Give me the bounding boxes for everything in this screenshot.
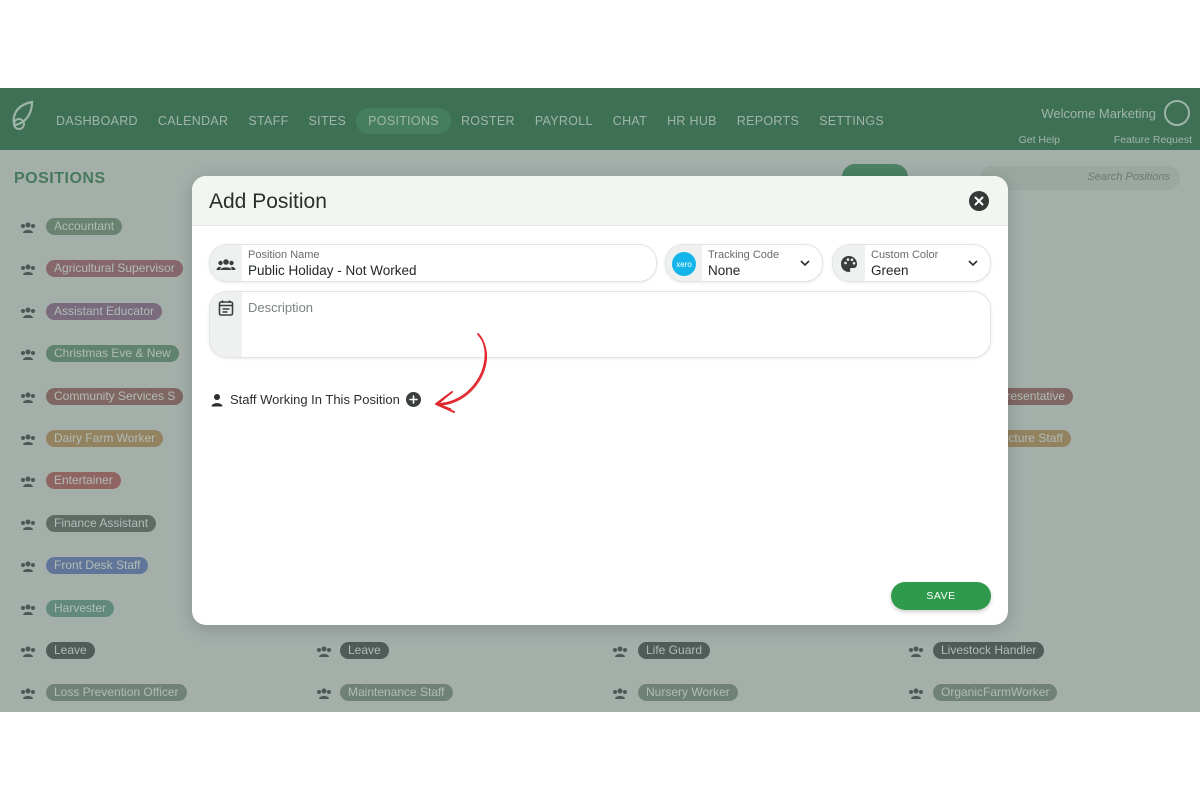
chevron-down-icon — [968, 260, 978, 267]
field-icon-area — [833, 245, 865, 281]
close-icon — [974, 196, 984, 206]
position-name-field[interactable]: Position Name Public Holiday - Not Worke… — [209, 244, 657, 282]
description-field[interactable]: Description — [209, 291, 991, 358]
person-icon — [211, 393, 223, 406]
close-button[interactable] — [969, 191, 989, 211]
add-staff-button[interactable] — [405, 392, 421, 407]
tracking-code-value: None — [708, 263, 741, 278]
app-background: DASHBOARD CALENDAR STAFF SITES POSITIONS… — [0, 88, 1200, 712]
add-position-modal: Add Position Position Name Public Holida… — [192, 176, 1008, 625]
staff-working-label: Staff Working In This Position — [230, 392, 400, 407]
people-icon — [216, 259, 236, 270]
field-icon-area — [210, 292, 242, 357]
xero-logo-text: xero — [676, 260, 692, 269]
app-frame: DASHBOARD CALENDAR STAFF SITES POSITIONS… — [0, 88, 1200, 712]
chevron-down-icon — [800, 260, 810, 267]
field-icon-area — [210, 245, 242, 281]
hand-drawn-arrow-annotation — [435, 333, 488, 413]
field-icon-area: xero — [666, 245, 702, 281]
custom-color-select[interactable]: Custom Color Green — [832, 244, 991, 282]
description-placeholder: Description — [248, 300, 314, 315]
tracking-code-select[interactable]: xero Tracking Code None — [665, 244, 823, 282]
xero-logo-icon: xero — [672, 252, 696, 276]
palette-icon — [841, 256, 857, 272]
tracking-code-label: Tracking Code — [708, 249, 780, 261]
staff-working-row: Staff Working In This Position — [210, 392, 421, 407]
custom-color-value: Green — [871, 263, 909, 278]
save-button[interactable]: SAVE — [891, 582, 991, 610]
position-name-value[interactable]: Public Holiday - Not Worked — [248, 263, 417, 278]
modal-title: Add Position — [209, 190, 327, 213]
plus-icon — [409, 395, 418, 404]
calendar-note-icon — [218, 300, 234, 316]
position-name-label: Position Name — [248, 249, 320, 261]
custom-color-label: Custom Color — [871, 249, 939, 261]
